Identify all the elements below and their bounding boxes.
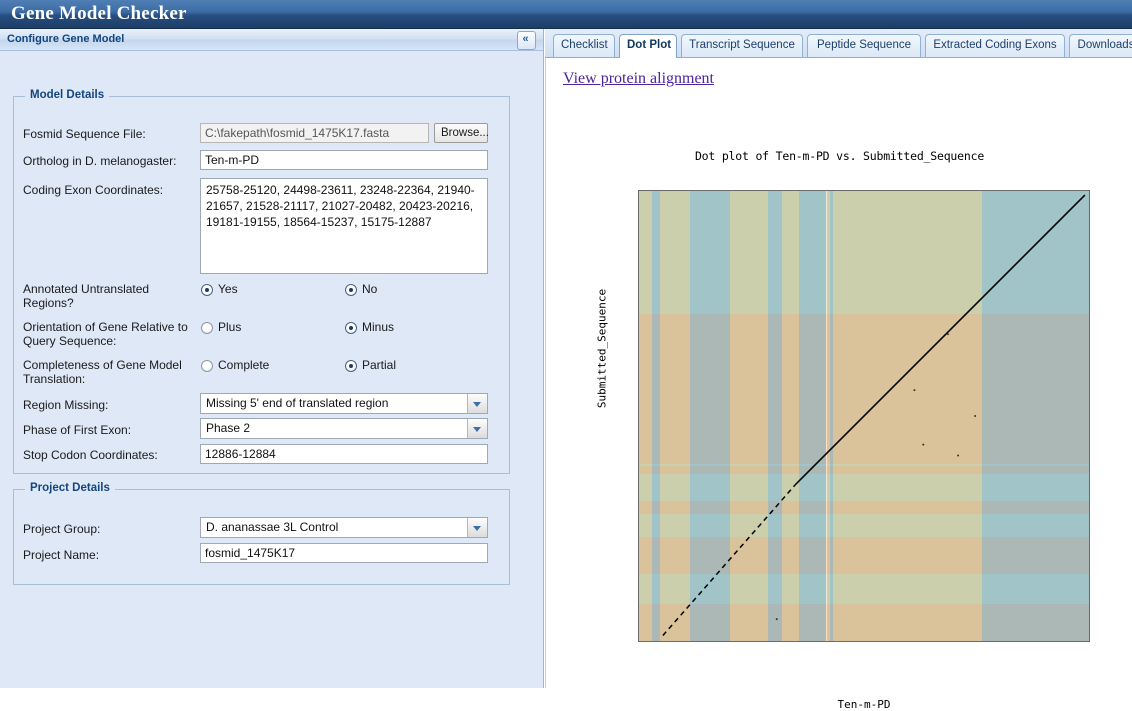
phase-label: Phase of First Exon:	[23, 423, 132, 437]
dot-plot-figure: Dot plot of Ten-m-PD vs. Submitted_Seque…	[546, 58, 1132, 711]
chevron-down-icon	[467, 518, 487, 537]
radio-dot-icon	[201, 360, 213, 372]
orientation-radio-minus-label: Minus	[362, 320, 395, 334]
chart-xlabel: Ten-m-PD	[837, 698, 891, 711]
collapse-panel-button[interactable]: «	[517, 31, 536, 50]
window-titlebar: Gene Model Checker	[0, 0, 1132, 29]
panel-header-label: Configure Gene Model	[7, 33, 125, 45]
configure-gene-model-panel: Configure Gene Model « Model Details Fos…	[0, 29, 544, 688]
alignment-diagonal	[662, 194, 1086, 637]
phase-select[interactable]: Phase 2	[200, 418, 488, 439]
tab-bar: Checklist Dot Plot Transcript Sequence Pept…	[545, 29, 1132, 58]
region-missing-value: Missing 5' end of translated region	[206, 396, 389, 410]
chart-ylabel: Submitted_Sequence	[595, 288, 609, 409]
browse-button[interactable]: Browse...	[434, 123, 489, 143]
phase-value: Phase 2	[206, 421, 251, 435]
completeness-radio-partial-label: Partial	[362, 358, 397, 372]
tab-peptide-sequence[interactable]: Peptide Sequence	[807, 34, 921, 57]
ortholog-label: Ortholog in D. melanogaster:	[23, 154, 177, 168]
gene-model-checker-window: Gene Model Checker Configure Gene Model …	[0, 0, 1132, 711]
chart-title: Dot plot of Ten-m-PD vs. Submitted_Seque…	[694, 149, 985, 163]
project-name-label: Project Name:	[23, 548, 100, 562]
ortholog-input[interactable]: Ten-m-PD	[200, 150, 488, 170]
page-title: Gene Model Checker	[11, 3, 187, 24]
results-panel: Checklist Dot Plot Transcript Sequence Pept…	[545, 29, 1132, 711]
fosmid-file-label: Fosmid Sequence File:	[23, 127, 146, 141]
coding-exon-textarea[interactable]: 25758-25120, 24498-23611, 23248-22364, 2…	[200, 178, 488, 274]
radio-dot-icon	[345, 322, 357, 334]
chart-plot-area: 5001000150020002500300050010001500200025…	[638, 190, 1090, 642]
project-details-fieldset: Project Details Project Group: D. ananas…	[13, 482, 510, 585]
tab-dot-plot[interactable]: Dot Plot	[619, 34, 677, 58]
orientation-label: Orientation of Gene Relative to Query Se…	[23, 320, 188, 348]
tab-checklist[interactable]: Checklist	[553, 34, 615, 57]
project-details-legend: Project Details	[25, 482, 115, 494]
region-missing-select[interactable]: Missing 5' end of translated region	[200, 393, 488, 414]
model-details-legend: Model Details	[25, 89, 110, 101]
chevron-double-left-icon: «	[522, 33, 529, 45]
project-group-label: Project Group:	[23, 522, 101, 536]
tab-downloads[interactable]: Downloads	[1069, 34, 1132, 57]
radio-dot-icon	[201, 284, 213, 296]
radio-dot-icon	[345, 360, 357, 372]
coding-exon-label: Coding Exon Coordinates:	[23, 183, 164, 197]
tab-content-dot-plot: View protein alignment Dot plot of Ten-m…	[545, 58, 1132, 711]
project-group-select[interactable]: D. ananassae 3L Control	[200, 517, 488, 538]
utr-radio-no-label: No	[362, 282, 378, 296]
fosmid-file-input[interactable]: C:\fakepath\fosmid_1475K17.fasta	[200, 123, 429, 143]
completeness-radio-complete-label: Complete	[218, 358, 270, 372]
radio-dot-icon	[201, 322, 213, 334]
orientation-radio-plus-label: Plus	[218, 320, 242, 334]
project-group-value: D. ananassae 3L Control	[206, 520, 339, 534]
tab-transcript-sequence[interactable]: Transcript Sequence	[681, 34, 803, 57]
region-missing-label: Region Missing:	[23, 398, 109, 412]
panel-header: Configure Gene Model «	[0, 29, 543, 51]
project-name-input[interactable]: fosmid_1475K17	[200, 543, 488, 563]
stop-codon-input[interactable]: 12886-12884	[200, 444, 488, 464]
chevron-down-icon	[467, 394, 487, 413]
chevron-down-icon	[467, 419, 487, 438]
model-details-fieldset: Model Details Fosmid Sequence File: C:\f…	[13, 89, 510, 474]
stop-codon-label: Stop Codon Coordinates:	[23, 448, 158, 462]
radio-dot-icon	[345, 284, 357, 296]
completeness-label: Completeness of Gene Model Translation:	[23, 358, 182, 386]
utr-label: Annotated Untranslated Regions?	[23, 282, 150, 310]
tab-extracted-coding-exons[interactable]: Extracted Coding Exons	[925, 34, 1065, 57]
utr-radio-yes-label: Yes	[218, 282, 238, 296]
